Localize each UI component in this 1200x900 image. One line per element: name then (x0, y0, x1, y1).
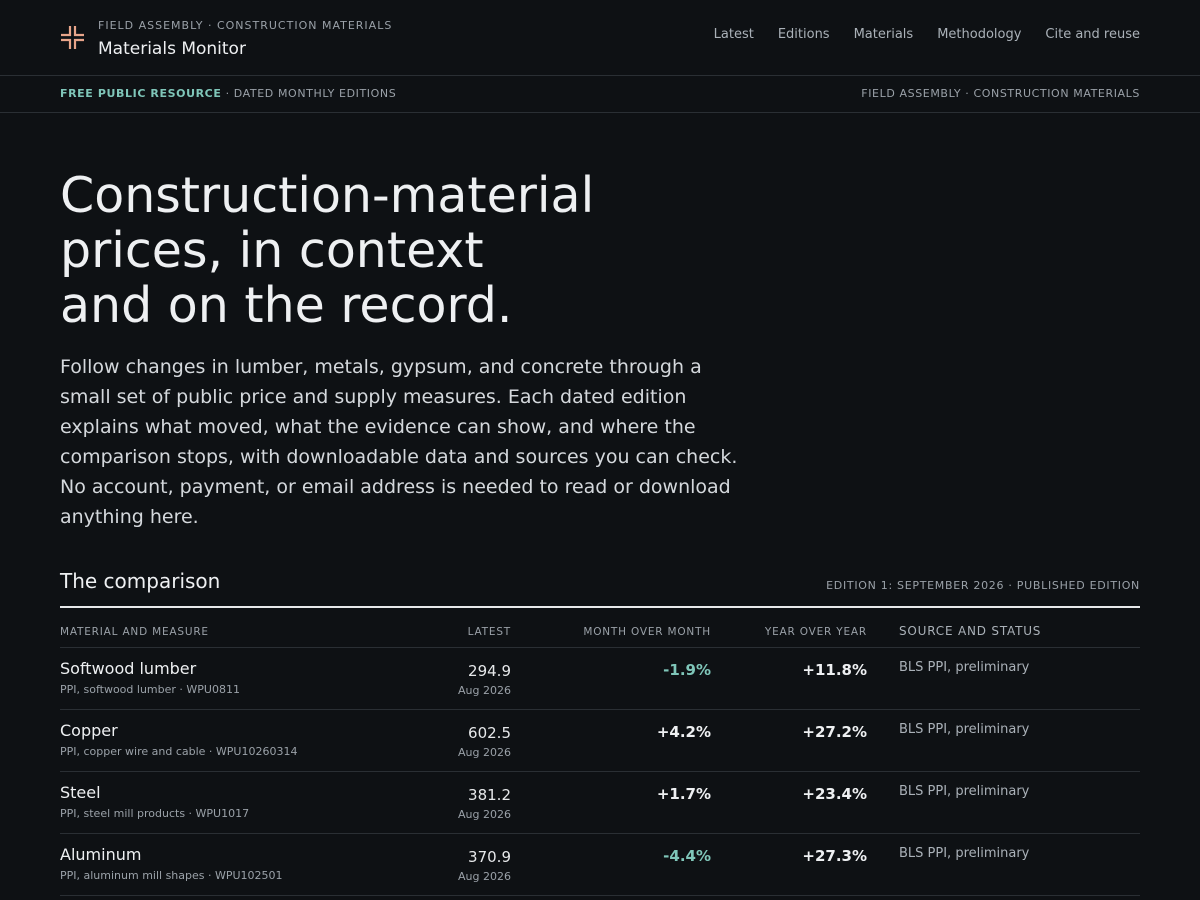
latest-date: Aug 2026 (458, 746, 511, 759)
nav-cite-and-reuse[interactable]: Cite and reuse (1045, 27, 1140, 42)
nav-latest[interactable]: Latest (714, 27, 754, 42)
column-header-mom: MONTH OVER MONTH (583, 626, 711, 638)
latest-date: Aug 2026 (458, 870, 511, 883)
hero-title: Construction-material prices, in context… (60, 167, 595, 334)
banner-separator: · (221, 87, 234, 100)
material-measure: PPI, softwood lumber · WPU0811 (60, 683, 240, 696)
banner-highlight: FREE PUBLIC RESOURCE (60, 87, 222, 100)
table-row[interactable]: Copper PPI, copper wire and cable · WPU1… (60, 710, 1140, 772)
table-row[interactable]: Aluminum PPI, aluminum mill shapes · WPU… (60, 834, 1140, 896)
resource-banner: FREE PUBLIC RESOURCE · DATED MONTHLY EDI… (0, 76, 1200, 113)
latest-date: Aug 2026 (458, 684, 511, 697)
column-header-latest: LATEST (467, 626, 511, 638)
hero-body: Follow changes in lumber, metals, gypsum… (60, 356, 738, 528)
source-status: BLS PPI, preliminary (899, 660, 1030, 675)
material-measure: PPI, steel mill products · WPU1017 (60, 807, 250, 820)
edition-label: EDITION 1: SEPTEMBER 2026 · PUBLISHED ED… (826, 579, 1140, 592)
source-status: BLS PPI, preliminary (899, 722, 1030, 737)
brand-kicker: FIELD ASSEMBLY · CONSTRUCTION MATERIALS (98, 19, 393, 32)
source-status: BLS PPI, preliminary (899, 846, 1030, 861)
nav-materials[interactable]: Materials (854, 27, 914, 42)
yoy-change: +23.4% (802, 785, 867, 803)
nav-methodology[interactable]: Methodology (937, 27, 1021, 42)
yoy-change: +27.2% (802, 723, 867, 741)
table-row[interactable]: Steel PPI, steel mill products · WPU1017… (60, 772, 1140, 834)
material-name[interactable]: Softwood lumber (60, 659, 196, 678)
bracket-cross-icon[interactable] (60, 25, 85, 50)
yoy-change: +11.8% (802, 661, 867, 679)
source-status: BLS PPI, preliminary (899, 784, 1030, 799)
latest-value: 294.9 (468, 662, 511, 680)
latest-value: 381.2 (468, 786, 511, 804)
column-header-source: SOURCE AND STATUS (899, 624, 1042, 638)
site-header: FIELD ASSEMBLY · CONSTRUCTION MATERIALS … (0, 0, 1200, 76)
nav-editions[interactable]: Editions (778, 27, 830, 42)
banner-rest: DATED MONTHLY EDITIONS (233, 87, 397, 100)
site-title[interactable]: Materials Monitor (98, 39, 246, 59)
table-row[interactable]: Softwood lumber PPI, softwood lumber · W… (60, 648, 1140, 710)
material-measure: PPI, aluminum mill shapes · WPU102501 (60, 869, 283, 882)
latest-date: Aug 2026 (458, 808, 511, 821)
material-measure: PPI, copper wire and cable · WPU10260314 (60, 745, 298, 758)
material-name[interactable]: Aluminum (60, 845, 141, 864)
comparison-header: The comparison EDITION 1: SEPTEMBER 2026… (60, 568, 1140, 608)
table-header: MATERIAL AND MEASURE LATEST MONTH OVER M… (60, 608, 1140, 648)
mom-change: -1.9% (663, 661, 711, 679)
latest-value: 370.9 (468, 848, 511, 866)
mom-change: -4.4% (663, 847, 711, 865)
banner-left: FREE PUBLIC RESOURCE · DATED MONTHLY EDI… (60, 87, 396, 100)
banner-right: FIELD ASSEMBLY · CONSTRUCTION MATERIALS (861, 87, 1140, 100)
material-name[interactable]: Steel (60, 783, 101, 802)
latest-value: 602.5 (468, 724, 511, 742)
material-name[interactable]: Copper (60, 721, 118, 740)
main-nav: Latest Editions Materials Methodology Ci… (714, 27, 1140, 42)
yoy-change: +27.3% (802, 847, 867, 865)
mom-change: +4.2% (656, 723, 711, 741)
column-header-material: MATERIAL AND MEASURE (60, 626, 209, 638)
mom-change: +1.7% (656, 785, 711, 803)
comparison-title: The comparison (60, 569, 221, 593)
column-header-yoy: YEAR OVER YEAR (764, 626, 867, 638)
comparison-section: The comparison EDITION 1: SEPTEMBER 2026… (60, 568, 1140, 896)
